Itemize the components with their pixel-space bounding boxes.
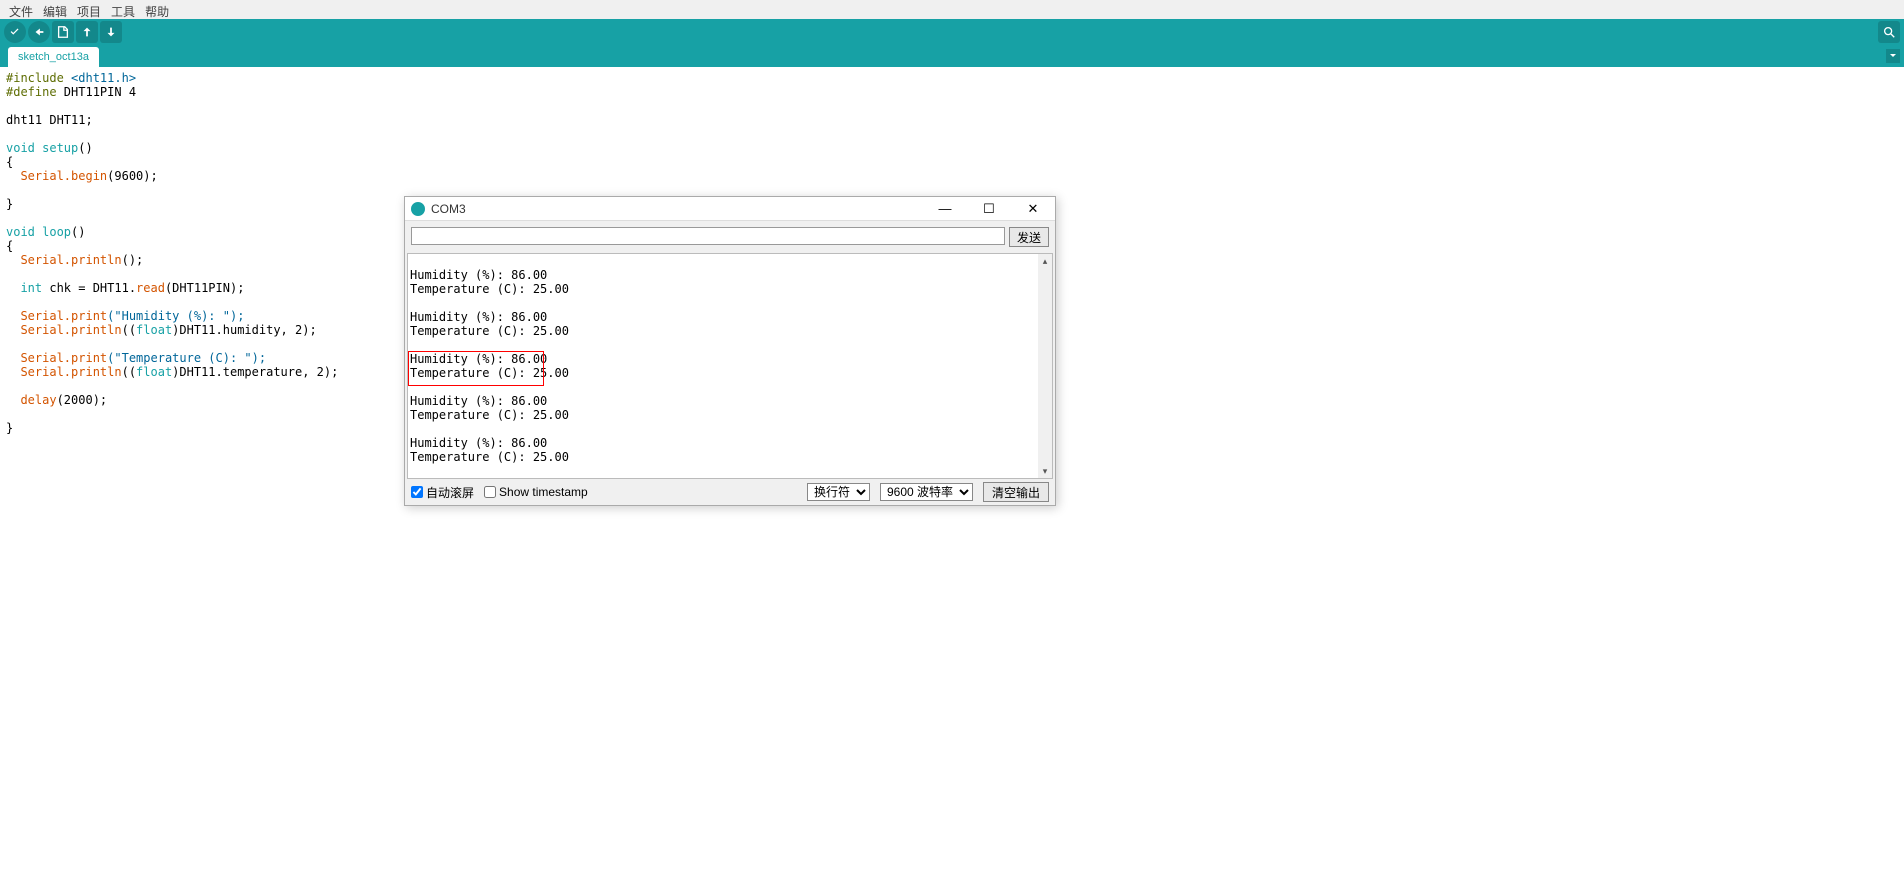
tabbar: sketch_oct13a xyxy=(0,45,1904,67)
serial-output: Humidity (%): 86.00 Temperature (C): 25.… xyxy=(407,253,1053,479)
scrollbar[interactable]: ▴ ▾ xyxy=(1038,254,1052,478)
menu-edit[interactable]: 编辑 xyxy=(40,3,70,16)
serial-input[interactable] xyxy=(411,227,1005,245)
minimize-button[interactable]: — xyxy=(933,199,957,219)
serial-input-row: 发送 xyxy=(405,221,1055,253)
tab-dropdown-icon[interactable] xyxy=(1886,49,1900,63)
verify-button[interactable] xyxy=(4,21,26,43)
close-button[interactable]: ✕ xyxy=(1021,199,1045,219)
baud-select[interactable]: 9600 波特率 xyxy=(880,483,973,501)
menubar: 文件 编辑 项目 工具 帮助 xyxy=(0,0,1904,19)
scroll-up-icon[interactable]: ▴ xyxy=(1038,254,1052,268)
serial-title-text: COM3 xyxy=(431,202,466,216)
new-button[interactable] xyxy=(52,21,74,43)
maximize-button[interactable]: ☐ xyxy=(977,199,1001,219)
serial-monitor-button[interactable] xyxy=(1878,21,1900,43)
serial-titlebar[interactable]: COM3 — ☐ ✕ xyxy=(405,197,1055,221)
line-ending-select[interactable]: 换行符 xyxy=(807,483,870,501)
serial-footer: 自动滚屏 Show timestamp 换行符 9600 波特率 清空输出 xyxy=(405,479,1055,505)
autoscroll-checkbox[interactable]: 自动滚屏 xyxy=(411,484,474,501)
upload-button[interactable] xyxy=(28,21,50,43)
arduino-icon xyxy=(411,202,425,216)
save-button[interactable] xyxy=(100,21,122,43)
toolbar xyxy=(0,19,1904,45)
serial-output-text: Humidity (%): 86.00 Temperature (C): 25.… xyxy=(408,254,1052,464)
tab-sketch[interactable]: sketch_oct13a xyxy=(8,47,99,67)
serial-monitor-window: COM3 — ☐ ✕ 发送 Humidity (%): 86.00 Temper… xyxy=(404,196,1056,506)
open-button[interactable] xyxy=(76,21,98,43)
timestamp-checkbox[interactable]: Show timestamp xyxy=(484,485,588,499)
send-button[interactable]: 发送 xyxy=(1009,227,1049,247)
menu-tools[interactable]: 工具 xyxy=(108,3,138,16)
scroll-down-icon[interactable]: ▾ xyxy=(1038,464,1052,478)
menu-help[interactable]: 帮助 xyxy=(142,3,172,16)
clear-button[interactable]: 清空输出 xyxy=(983,482,1049,502)
menu-project[interactable]: 项目 xyxy=(74,3,104,16)
menu-file[interactable]: 文件 xyxy=(6,3,36,16)
